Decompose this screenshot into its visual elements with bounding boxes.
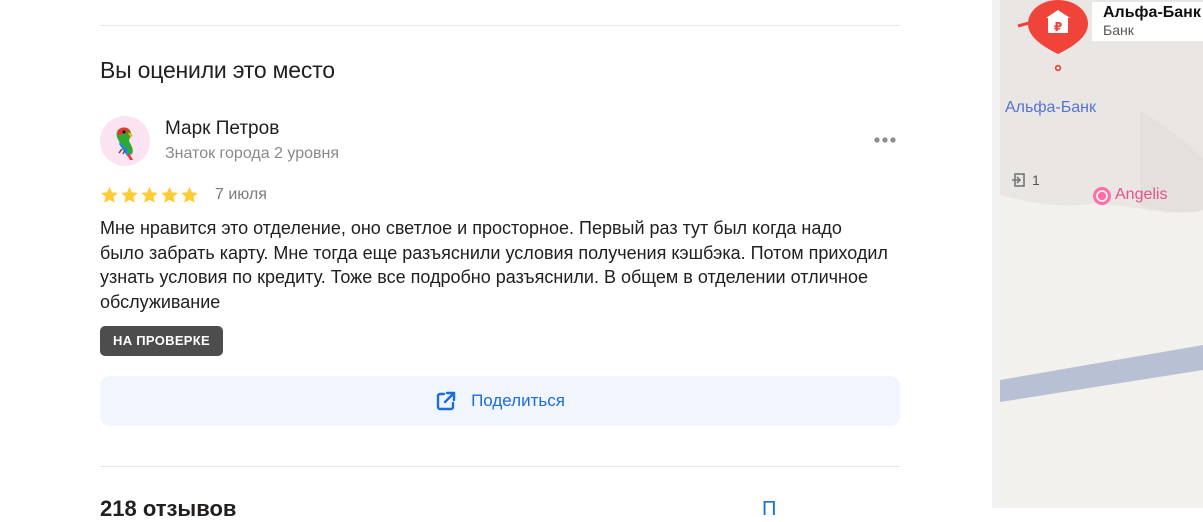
author-level: Знаток города 2 уровня xyxy=(165,145,340,162)
map-marker-subtitle: Банк xyxy=(1103,22,1134,38)
map-canvas: ₽ xyxy=(1000,0,1203,402)
place-reviews-panel: Вы оценили это место Марк Петров Знаток … xyxy=(0,0,992,521)
share-icon xyxy=(436,391,456,411)
angelis-shop-icon xyxy=(1093,187,1111,205)
star-icon xyxy=(101,186,118,203)
star-icon xyxy=(141,186,158,203)
share-button[interactable]: Поделиться xyxy=(100,376,900,426)
divider-bottom xyxy=(100,466,900,467)
more-options-button[interactable] xyxy=(872,130,898,150)
map-entrance-number: 1 xyxy=(1032,172,1040,188)
share-label: Поделиться xyxy=(471,391,565,410)
parrot-icon xyxy=(116,127,133,160)
star-icon xyxy=(121,186,138,203)
star-icon xyxy=(181,186,198,203)
star-icon xyxy=(161,186,178,203)
divider-top xyxy=(100,25,900,26)
author-name[interactable]: Марк Петров xyxy=(165,118,279,140)
review-text: Мне нравится это отделение, оно светлое … xyxy=(100,218,888,312)
reviews-link[interactable]: П xyxy=(762,498,776,521)
avatar[interactable] xyxy=(100,116,150,166)
review-date: 7 июля xyxy=(215,186,267,203)
panel-scrollbar[interactable] xyxy=(992,0,1000,508)
map-poi-label[interactable]: Альфа-Банк xyxy=(1005,99,1096,117)
reviews-count: 218 отзывов xyxy=(100,496,237,521)
status-badge: НА ПРОВЕРКЕ xyxy=(100,326,223,356)
map-shop-label[interactable]: Angelis xyxy=(1115,186,1167,204)
map-marker-title: Альфа-Банк xyxy=(1103,4,1201,21)
marker-tooltip[interactable]: Альфа-Банк Банк xyxy=(1092,2,1203,41)
section-title: Вы оценили это место xyxy=(100,57,335,83)
svg-text:₽: ₽ xyxy=(1054,20,1062,34)
rating-stars xyxy=(100,184,199,206)
more-dots-icon xyxy=(874,137,896,143)
map-view[interactable]: ₽ Альфа-Банк Банк Альфа-Банк 1 Angelis xyxy=(1000,0,1203,508)
